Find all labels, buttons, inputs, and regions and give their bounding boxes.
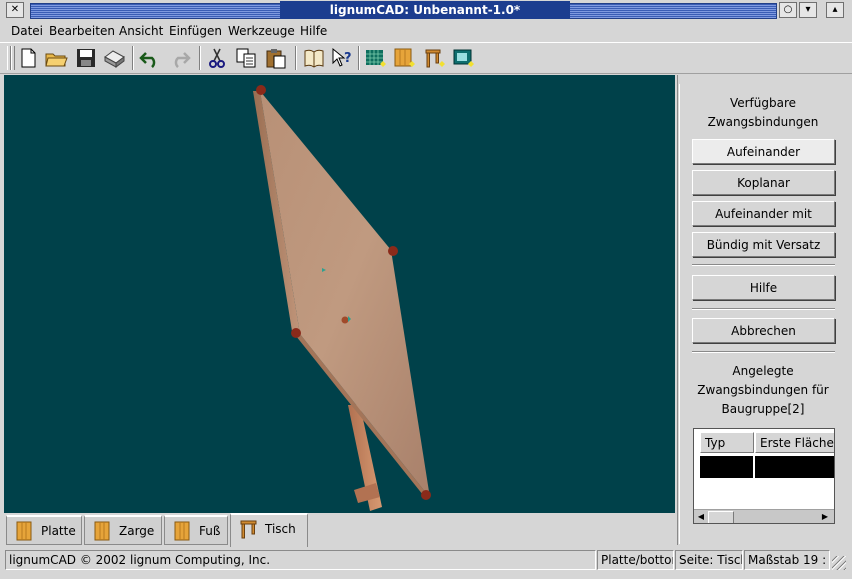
copy-icon[interactable] (234, 47, 258, 69)
available-constraints-title-2: Zwangsbindungen (707, 115, 819, 129)
menu-bearbeiten[interactable]: Bearbeiten (49, 23, 115, 39)
paste-icon[interactable] (264, 47, 288, 69)
close-icon[interactable]: ✕ (6, 2, 24, 18)
title-bar: ✕ lignumCAD: Unbenannt-1.0* ○ ▾ ▴ (0, 0, 852, 21)
board-icon (16, 521, 32, 541)
help-button[interactable]: Hilfe (692, 275, 835, 300)
open-folder-icon[interactable] (44, 47, 68, 69)
menu-ansicht[interactable]: Ansicht (119, 23, 163, 39)
table-model (253, 85, 431, 511)
tab-platte[interactable]: Platte (6, 515, 82, 545)
applied-constraints-title-1: Angelegte (732, 364, 794, 378)
toolbar-grip (11, 46, 15, 70)
redo-icon[interactable] (168, 47, 192, 69)
center-marker[interactable] (341, 316, 349, 324)
panel-divider (677, 75, 678, 545)
toolbar-separator (132, 46, 134, 70)
panel-separator (692, 308, 835, 310)
tab-label: Fuß (199, 524, 221, 538)
vertex-marker[interactable] (421, 490, 431, 500)
aufeinander-mit-abstand-button[interactable]: Aufeinander mit Abstand (692, 201, 835, 246)
horizontal-scrollbar[interactable]: ◀ ▶ (694, 509, 834, 523)
board-surface[interactable] (260, 91, 430, 498)
tab-zarge[interactable]: Zarge (84, 515, 162, 545)
new-drawing-icon[interactable] (452, 47, 476, 69)
column-header-erste-flaeche[interactable]: Erste Fläche (755, 432, 834, 453)
status-selection: Platte/bottom (597, 550, 674, 570)
status-copyright: lignumCAD © 2002 lignum Computing, Inc. (5, 550, 596, 570)
window-title: lignumCAD: Unbenannt-1.0* (280, 1, 570, 19)
manual-book-icon[interactable] (302, 47, 326, 69)
koplanar-button[interactable]: Koplanar (692, 170, 835, 195)
status-page: Seite: Tisch (675, 550, 743, 570)
menu-hilfe[interactable]: Hilfe (300, 23, 327, 39)
3d-viewport[interactable] (4, 75, 675, 513)
aufeinander-button[interactable]: Aufeinander (692, 139, 835, 164)
new-page-icon[interactable] (364, 47, 388, 69)
cut-icon[interactable] (205, 47, 229, 69)
undo-icon[interactable] (138, 47, 162, 69)
scrollbar-thumb[interactable] (708, 511, 734, 523)
toolbar-separator (295, 46, 297, 70)
new-part-icon[interactable] (393, 47, 417, 69)
vertex-marker[interactable] (256, 85, 266, 95)
menu-datei[interactable]: Datei (11, 23, 43, 39)
available-constraints-title-1: Verfügbare (729, 96, 797, 110)
shade-icon[interactable]: ▾ (799, 2, 817, 18)
panel-separator (692, 264, 835, 266)
applied-constraints-title-3: Baugruppe[2] (721, 402, 805, 416)
column-header-typ[interactable]: Typ (700, 432, 754, 453)
svg-text:?: ? (344, 51, 352, 66)
tab-label: Zarge (119, 524, 155, 538)
toolbar-separator (199, 46, 201, 70)
resize-grip[interactable] (832, 556, 846, 570)
board-icon (94, 521, 110, 541)
panel-divider (679, 84, 680, 544)
new-assembly-icon[interactable] (423, 47, 447, 69)
cancel-button[interactable]: Abbrechen (692, 318, 835, 343)
menu-einfuegen[interactable]: Einfügen (169, 23, 222, 39)
menu-werkzeuge[interactable]: Werkzeuge (228, 23, 295, 39)
minimize-icon[interactable]: ○ (779, 2, 797, 18)
buendig-mit-versatz-button[interactable]: Bündig mit Versatz (692, 232, 835, 257)
scroll-left-icon[interactable]: ◀ (696, 511, 706, 522)
status-scale: Maßstab 19 : 2 (744, 550, 830, 570)
new-file-icon[interactable] (16, 47, 40, 69)
tab-label: Tisch (265, 522, 296, 536)
tab-fuss[interactable]: Fuß (164, 515, 228, 545)
table-cell[interactable] (700, 456, 753, 478)
scroll-right-icon[interactable]: ▶ (820, 511, 830, 522)
print-icon[interactable] (102, 47, 126, 69)
maximize-icon[interactable]: ▴ (826, 2, 844, 18)
board-icon (174, 521, 190, 541)
tab-tisch[interactable]: Tisch (230, 513, 308, 547)
applied-constraints-title-2: Zwangsbindungen für (697, 383, 829, 397)
table-icon (240, 520, 257, 539)
vertex-marker[interactable] (291, 328, 301, 338)
menu-bar: Datei Bearbeiten Ansicht Einfügen Werkze… (0, 20, 852, 42)
whats-this-icon[interactable]: ? (330, 47, 354, 69)
panel-separator (692, 351, 835, 353)
table-cell[interactable] (755, 456, 834, 478)
applied-constraints-table[interactable]: Typ Erste Fläche ◀ ▶ (693, 428, 835, 524)
tab-label: Platte (41, 524, 76, 538)
vertex-marker[interactable] (388, 246, 398, 256)
toolbar-separator (358, 46, 360, 70)
save-disk-icon[interactable] (74, 47, 98, 69)
